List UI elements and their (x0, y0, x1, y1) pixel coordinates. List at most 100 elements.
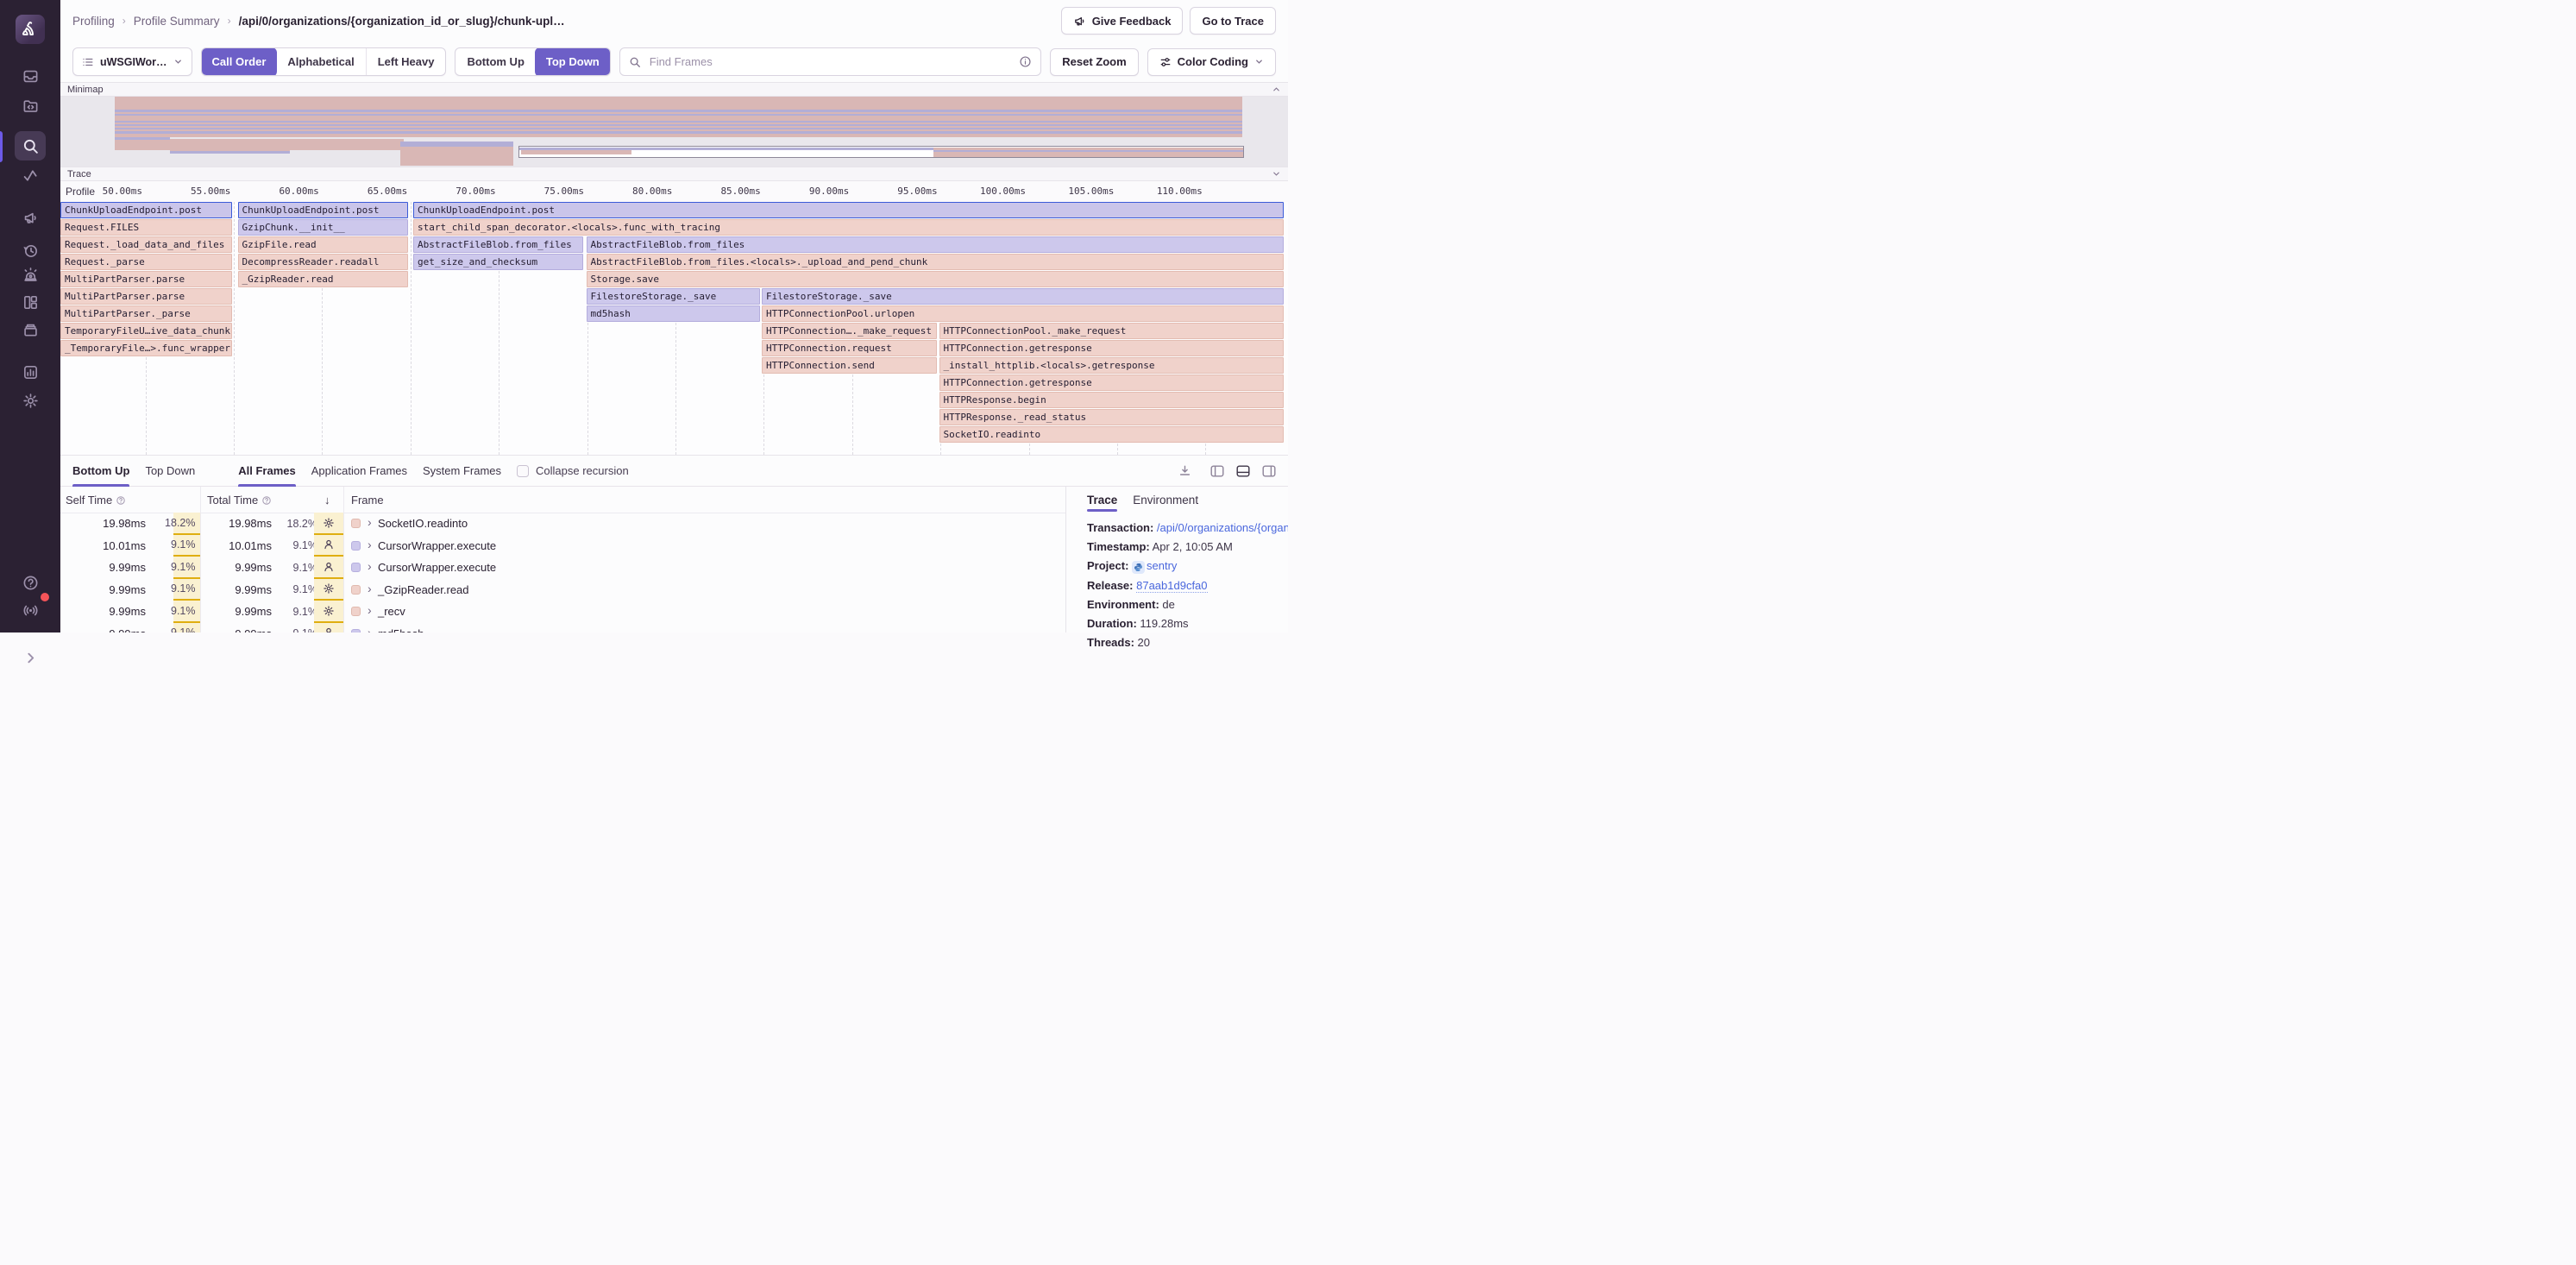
details-field-value[interactable]: /api/0/organizations/{organ… (1157, 521, 1288, 534)
table-row[interactable]: 19.98ms18.2%19.98ms18.2%›SocketIO.readin… (60, 513, 1065, 535)
frame-name[interactable]: _GzipReader.read (378, 583, 469, 596)
flame-frame[interactable]: _TemporaryFile…>.func_wrapper (60, 340, 232, 356)
sort-option-alphabetical[interactable]: Alphabetical (276, 47, 365, 76)
flame-frame[interactable]: _install_httplib.<locals>.getresponse (939, 357, 1284, 374)
flame-frame[interactable]: HTTPResponse._read_status (939, 409, 1284, 425)
broadcast-icon[interactable] (15, 595, 46, 625)
download-icon[interactable] (1178, 464, 1191, 477)
flame-frame[interactable]: TemporaryFileU…ive_data_chunk (60, 323, 232, 339)
table-row[interactable]: 10.01ms9.1%10.01ms9.1%›CursorWrapper.exe… (60, 535, 1065, 557)
sort-option-call-order[interactable]: Call Order (201, 47, 278, 76)
expand-row-icon[interactable]: › (368, 560, 372, 572)
settings-icon[interactable] (15, 386, 46, 415)
flame-frame[interactable]: HTTPConnection.getresponse (939, 374, 1284, 391)
table-row[interactable]: 9.99ms9.1%9.99ms9.1%›_recv (60, 601, 1065, 623)
sort-descending-icon[interactable]: ↓ (324, 494, 330, 507)
flame-frame[interactable]: HTTPConnectionPool.urlopen (762, 305, 1284, 322)
flame-frame[interactable]: FilestoreStorage._save (762, 288, 1284, 305)
flame-frame-selected[interactable]: ChunkUploadEndpoint.post (413, 202, 1284, 218)
flame-frame[interactable]: GzipFile.read (238, 236, 409, 253)
flame-frame[interactable]: get_size_and_checksum (413, 254, 583, 270)
info-icon[interactable] (1019, 55, 1032, 68)
thread-selector[interactable]: uWSGIWor… (72, 47, 192, 76)
flame-frame[interactable]: Request._parse (60, 254, 232, 270)
frame-name[interactable]: CursorWrapper.execute (378, 539, 496, 552)
flame-frame[interactable]: start_child_span_decorator.<locals>.func… (413, 219, 1284, 236)
expand-icon[interactable] (15, 643, 46, 672)
expand-row-icon[interactable]: › (368, 516, 372, 528)
self-time-column-header[interactable]: Self Time (66, 494, 126, 507)
sentry-logo[interactable] (16, 15, 45, 44)
details-tab-trace[interactable]: Trace (1087, 494, 1117, 512)
flame-frame[interactable]: HTTPConnection.request (762, 340, 937, 356)
filter-application-frames[interactable]: Application Frames (311, 456, 407, 487)
expand-row-icon[interactable]: › (368, 582, 372, 595)
flame-frame-selected[interactable]: ChunkUploadEndpoint.post (60, 202, 232, 218)
flamegraph-canvas[interactable]: ChunkUploadEndpoint.post ChunkUploadEndpo… (60, 202, 1288, 455)
expand-row-icon[interactable]: › (368, 626, 372, 633)
frame-name[interactable]: SocketIO.readinto (378, 517, 468, 530)
flame-frame[interactable]: SocketIO.readinto (939, 426, 1284, 443)
flame-frame[interactable]: HTTPConnection.getresponse (939, 340, 1284, 356)
flame-frame[interactable]: AbstractFileBlob.from_files.<locals>._up… (587, 254, 1284, 270)
flame-frame[interactable]: HTTPConnection…._make_request (762, 323, 937, 339)
details-field-value[interactable]: sentry (1147, 559, 1177, 572)
filter-all-frames[interactable]: All Frames (238, 456, 295, 487)
stats-icon[interactable] (15, 357, 46, 387)
frame-column-header[interactable]: Frame (351, 494, 384, 507)
minimap-header[interactable]: Minimap (60, 82, 1288, 97)
frame-name[interactable]: md5hash (378, 627, 424, 632)
search-icon[interactable] (15, 131, 46, 160)
feedback-icon[interactable] (15, 203, 46, 232)
reset-zoom-button[interactable]: Reset Zoom (1050, 48, 1138, 76)
filter-system-frames[interactable]: System Frames (423, 456, 501, 487)
issues-icon[interactable] (15, 61, 46, 91)
collapse-recursion-checkbox[interactable] (517, 465, 529, 477)
flame-frame[interactable]: HTTPResponse.begin (939, 392, 1284, 408)
flame-frame[interactable]: AbstractFileBlob.from_files (413, 236, 583, 253)
breadcrumb-profile-summary[interactable]: Profile Summary (134, 15, 220, 28)
go-to-trace-button[interactable]: Go to Trace (1190, 7, 1276, 35)
table-row[interactable]: 9.99ms9.1%9.99ms9.1%›md5hash (60, 623, 1065, 633)
metrics-icon[interactable] (15, 160, 46, 190)
flame-frame[interactable]: MultiPartParser._parse (60, 305, 232, 322)
minimap-viewport-handle[interactable] (518, 146, 1244, 158)
flame-frame[interactable]: Request._load_data_and_files (60, 236, 232, 253)
give-feedback-button[interactable]: Give Feedback (1061, 7, 1184, 35)
flame-frame[interactable]: Storage.save (587, 271, 1284, 287)
help-icon[interactable] (15, 568, 46, 597)
flame-frame[interactable]: AbstractFileBlob.from_files (587, 236, 1284, 253)
total-time-column-header[interactable]: Total Time (207, 494, 272, 507)
details-field-value[interactable]: 87aab1d9cfa0 (1136, 579, 1207, 593)
layout-left-icon[interactable] (1210, 465, 1224, 477)
tab-bottom-up[interactable]: Bottom Up (72, 456, 129, 487)
trace-header[interactable]: Trace (60, 167, 1288, 181)
dashboards-icon[interactable] (15, 287, 46, 317)
explore-icon[interactable] (15, 91, 46, 120)
sort-option-left-heavy[interactable]: Left Heavy (366, 47, 446, 76)
flame-frame[interactable]: HTTPConnection.send (762, 357, 937, 374)
flame-frame[interactable]: Request.FILES (60, 219, 232, 236)
find-frames-input[interactable] (648, 54, 1013, 69)
minimap-canvas[interactable] (60, 97, 1288, 167)
expand-row-icon[interactable]: › (368, 538, 372, 551)
flame-frame[interactable]: _GzipReader.read (238, 271, 409, 287)
flame-frame[interactable]: md5hash (587, 305, 760, 322)
color-coding-button[interactable]: Color Coding (1147, 48, 1276, 76)
flame-frame[interactable]: HTTPConnectionPool._make_request (939, 323, 1284, 339)
collapse-recursion-toggle[interactable]: Collapse recursion (517, 464, 629, 477)
table-row[interactable]: 9.99ms9.1%9.99ms9.1%›_GzipReader.read (60, 579, 1065, 601)
alerts-icon[interactable] (15, 260, 46, 289)
breadcrumb-profiling[interactable]: Profiling (72, 15, 115, 28)
frame-name[interactable]: _recv (378, 605, 405, 618)
flame-frame[interactable]: FilestoreStorage._save (587, 288, 760, 305)
direction-option-bottom-up[interactable]: Bottom Up (456, 47, 535, 76)
releases-icon[interactable] (15, 315, 46, 344)
table-row[interactable]: 9.99ms9.1%9.99ms9.1%›CursorWrapper.execu… (60, 557, 1065, 579)
expand-row-icon[interactable]: › (368, 604, 372, 616)
flame-frame[interactable]: DecompressReader.readall (238, 254, 409, 270)
flame-frame[interactable]: MultiPartParser.parse (60, 271, 232, 287)
flame-frame[interactable]: GzipChunk.__init__ (238, 219, 409, 236)
frame-name[interactable]: CursorWrapper.execute (378, 561, 496, 574)
chevron-down-icon[interactable] (1272, 169, 1281, 179)
